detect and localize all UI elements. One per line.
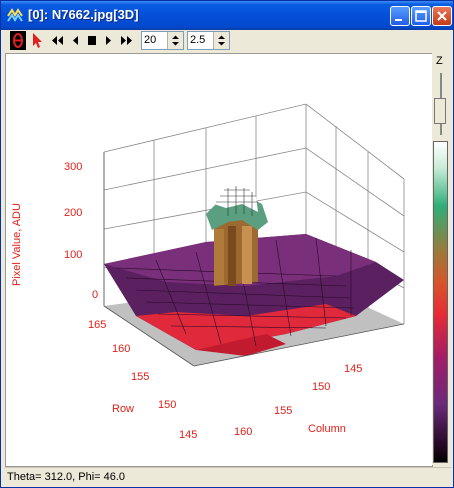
z-tick-200: 200 bbox=[64, 207, 82, 219]
z-label: Z bbox=[436, 55, 443, 67]
step-stepper-arrows[interactable] bbox=[213, 32, 229, 49]
app-icon bbox=[7, 8, 23, 22]
status-text: Theta= 312.0, Phi= 46.0 bbox=[7, 471, 126, 483]
last-frame-icon[interactable] bbox=[119, 31, 135, 50]
toolbar: 20 2.5 bbox=[5, 30, 451, 52]
z-axis-title: Pixel Value, ADU bbox=[11, 203, 23, 286]
row-tick-145: 145 bbox=[179, 429, 197, 441]
theta-button[interactable] bbox=[10, 31, 26, 50]
col-tick-155: 155 bbox=[274, 405, 292, 417]
col-tick-150: 150 bbox=[312, 381, 330, 393]
step-value[interactable]: 2.5 bbox=[190, 34, 205, 46]
plot-canvas[interactable]: Pixel Value, ADU 300 200 100 0 165 160 1… bbox=[5, 53, 433, 467]
minimize-button[interactable] bbox=[390, 6, 410, 26]
spin-arrows-icon bbox=[172, 35, 179, 46]
close-button[interactable] bbox=[432, 6, 452, 26]
minimize-icon bbox=[395, 19, 402, 21]
title-bar[interactable]: [0]: N7662.jpg[3D] bbox=[1, 1, 453, 30]
maximize-button[interactable] bbox=[411, 6, 431, 26]
z-slider-thumb[interactable] bbox=[434, 98, 446, 124]
frames-stepper-arrows[interactable] bbox=[167, 32, 183, 49]
row-tick-160: 160 bbox=[112, 343, 130, 355]
spin-arrows-icon bbox=[218, 35, 225, 46]
col-tick-160: 160 bbox=[234, 426, 252, 438]
step-stepper[interactable]: 2.5 bbox=[187, 31, 230, 50]
frames-value[interactable]: 20 bbox=[144, 34, 156, 46]
first-frame-icon[interactable] bbox=[49, 31, 65, 50]
surface-plot[interactable]: Pixel Value, ADU 300 200 100 0 165 160 1… bbox=[6, 54, 432, 466]
z-tick-100: 100 bbox=[64, 249, 82, 261]
row-tick-150: 150 bbox=[158, 399, 176, 411]
col-tick-145: 145 bbox=[344, 363, 362, 375]
plot-window: [0]: N7662.jpg[3D] 20 2.5 Pixel Value, A… bbox=[0, 0, 454, 488]
z-tick-0: 0 bbox=[92, 289, 98, 301]
col-axis-title: Column bbox=[308, 423, 346, 435]
stop-icon[interactable] bbox=[85, 31, 99, 50]
z-color-panel: Z bbox=[432, 53, 451, 465]
close-icon bbox=[437, 11, 447, 21]
previous-frame-icon[interactable] bbox=[69, 31, 81, 50]
frames-stepper[interactable]: 20 bbox=[141, 31, 184, 50]
pointer-tool-icon[interactable] bbox=[30, 31, 44, 50]
window-title: [0]: N7662.jpg[3D] bbox=[28, 7, 139, 22]
row-tick-165: 165 bbox=[88, 319, 106, 331]
row-tick-155: 155 bbox=[131, 371, 149, 383]
row-axis-title: Row bbox=[112, 403, 134, 415]
z-tick-300: 300 bbox=[64, 161, 82, 173]
maximize-icon bbox=[415, 10, 427, 22]
play-icon[interactable] bbox=[103, 31, 115, 50]
status-bar: Theta= 312.0, Phi= 46.0 bbox=[5, 467, 451, 486]
color-scale-bar bbox=[433, 141, 448, 463]
